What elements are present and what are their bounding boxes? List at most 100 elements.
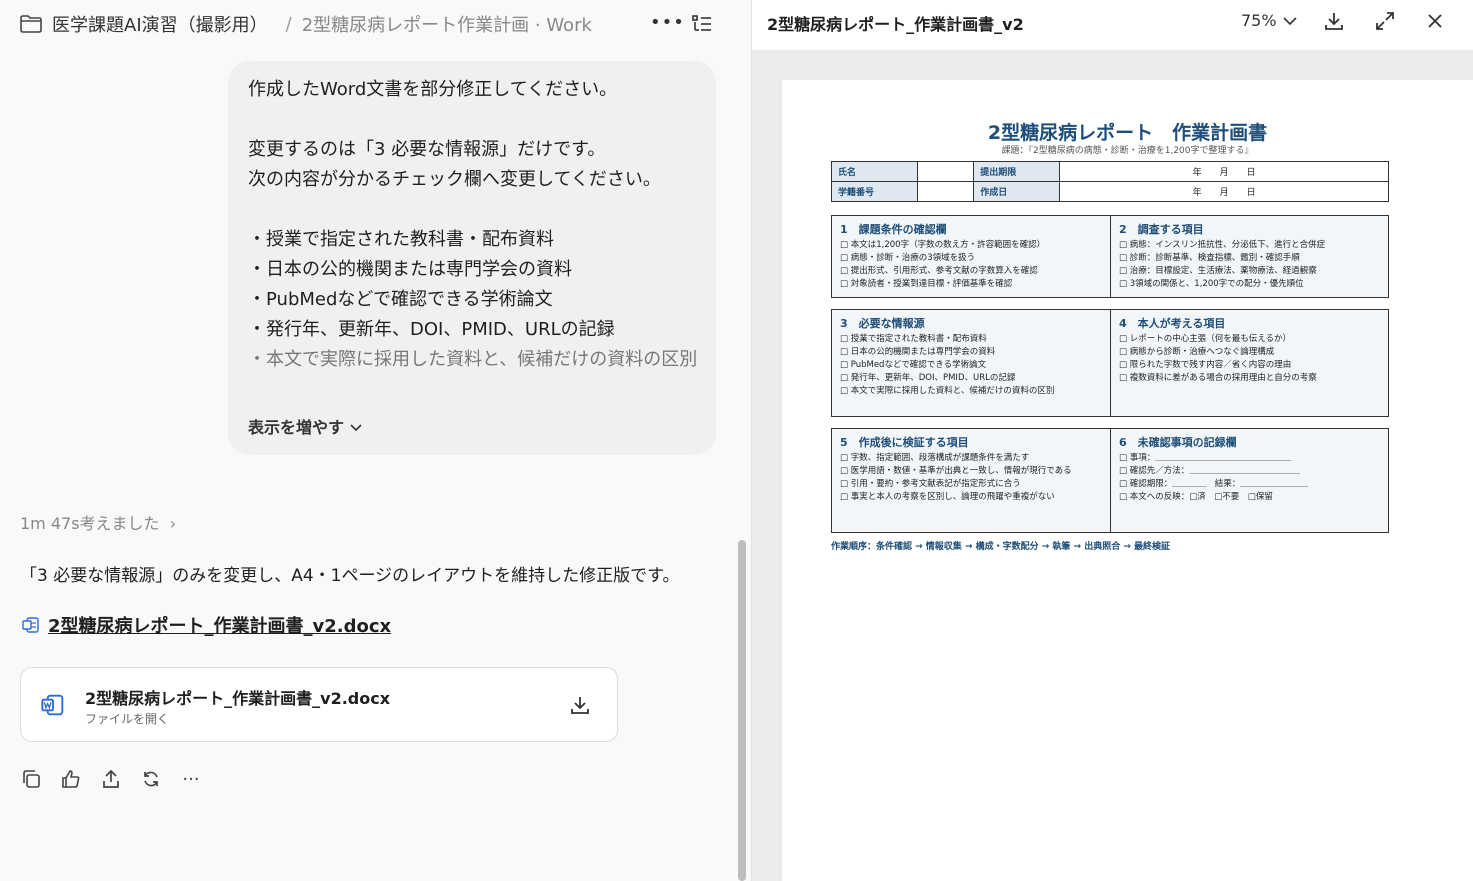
info-table: 氏名 提出期限 年 月 日 学籍番号 作成日 年 月 日 bbox=[831, 161, 1389, 202]
scrollbar-thumb[interactable] bbox=[738, 540, 746, 881]
section-4: 4 本人が考える項目 □ レポートの中心主張（何を最も伝えるか） □ 病態から診… bbox=[1110, 310, 1388, 416]
file-card-subtitle: ファイルを開く bbox=[85, 712, 170, 726]
checklist-item: □ 引用・要約・参考文献表記が指定形式に合う bbox=[840, 479, 1021, 489]
project-name[interactable]: 医学課題AI演習（撮影用） bbox=[52, 11, 268, 37]
message-line: 作成したWord文書を部分修正してください。 bbox=[248, 79, 618, 100]
file-link-label: 2型糖尿病レポート_作業計画書_v2.docx bbox=[48, 616, 392, 637]
section-1: 1 課題条件の確認欄 □ 本文は1,200字（字数の数え方・許容範囲を確認） □… bbox=[832, 216, 1110, 297]
checklist-item: □ 病態：インスリン抵抗性、分泌低下、進行と合併症 bbox=[1119, 240, 1326, 250]
checklist-item: □ 本文は1,200字（字数の数え方・許容範囲を確認） bbox=[840, 240, 1046, 250]
checklist-item: □ 日本の公的機関または専門学会の資料 bbox=[840, 347, 996, 357]
checklist-item: □ 事実と本人の考察を区別し、論理の飛躍や重複がない bbox=[840, 492, 1055, 502]
checklist-item: □ 確認期限：＿＿＿＿ 結果：＿＿＿＿＿＿＿＿ bbox=[1119, 479, 1309, 489]
message-line bbox=[248, 195, 696, 225]
section-row-2: 3 必要な情報源 □ 授業で指定された教科書・配布資料 □ 日本の公的機関または… bbox=[831, 309, 1389, 417]
due-label: 提出期限 bbox=[973, 161, 1061, 182]
document-subtitle: 課題：『2型糖尿病の病態・診断・治療を1,200字で整理する』 bbox=[1001, 146, 1254, 156]
checklist-item: □ 診断：診断基準、検査指標、鑑別・確認手順 bbox=[1119, 253, 1300, 263]
regenerate-icon[interactable] bbox=[140, 766, 162, 792]
checklist-item: □ PubMedなどで確認できる学術論文 bbox=[840, 360, 987, 370]
thought-label: 1m 47s考えました bbox=[20, 514, 160, 533]
checklist-item: □ 本文で実際に採用した資料と、候補だけの資料の区別 bbox=[840, 386, 1055, 396]
checklist-item: □ 提出形式、引用形式、参考文献の字数算入を確認 bbox=[840, 266, 1038, 276]
word-file-icon bbox=[41, 694, 64, 716]
feedback-icon[interactable] bbox=[60, 766, 82, 792]
created-label: 作成日 bbox=[973, 181, 1061, 202]
file-card[interactable]: 2型糖尿病レポート_作業計画書_v2.docx ファイルを開く bbox=[20, 667, 618, 742]
student-id-label: 学籍番号 bbox=[831, 181, 918, 202]
chevron-right-icon: › bbox=[164, 514, 177, 533]
checklist-item: □ 発行年、更新年、DOI、PMID、URLの記録 bbox=[840, 373, 1016, 383]
download-icon[interactable] bbox=[1323, 10, 1345, 32]
checklist-item: □ 複数資料に差がある場合の採用理由と自分の考察 bbox=[1119, 373, 1317, 383]
message-line: 変更するのは「3 必要な情報源」だけです。 bbox=[248, 139, 606, 160]
checklist-item: □ レポートの中心主張（何を最も伝えるか） bbox=[1119, 334, 1291, 344]
user-message-bubble: 作成したWord文書を部分修正してください。 変更するのは「3 必要な情報源」だ… bbox=[228, 61, 716, 455]
section-6: 6 未確認事項の記録欄 □ 事項：＿＿＿＿＿＿＿＿＿＿＿＿＿＿＿＿ □ 確認先／… bbox=[1110, 429, 1388, 532]
section-3: 3 必要な情報源 □ 授業で指定された教科書・配布資料 □ 日本の公的機関または… bbox=[832, 310, 1110, 416]
section-5: 5 作成後に検証する項目 □ 字数、指定範囲、段落構成が課題条件を満たす □ 医… bbox=[832, 429, 1110, 532]
message-line: ・授業で指定された教科書・配布資料 bbox=[248, 229, 554, 250]
share-icon[interactable] bbox=[100, 766, 122, 792]
file-link[interactable]: 2型糖尿病レポート_作業計画書_v2.docx bbox=[22, 612, 391, 638]
file-card-name: 2型糖尿病レポート_作業計画書_v2.docx bbox=[85, 689, 391, 708]
checklist-item: □ 対象読者・授業到達目標・評価基準を確認 bbox=[840, 279, 1013, 289]
chat-title[interactable]: 2型糖尿病レポート作業計画 · Work bbox=[302, 11, 592, 37]
show-more-button[interactable]: 表示を増やす bbox=[248, 413, 362, 443]
checklist-item: □ 確認先／方法：＿＿＿＿＿＿＿＿＿＿＿＿＿ bbox=[1119, 466, 1300, 476]
more-options-icon[interactable]: ••• bbox=[650, 12, 685, 33]
preview-header: 2型糖尿病レポート_作業計画書_v2 75% bbox=[752, 0, 1473, 50]
section-2: 2 調査する項目 □ 病態：インスリン抵抗性、分泌低下、進行と合併症 □ 診断：… bbox=[1110, 216, 1388, 297]
message-line: ・日本の公的機関または専門学会の資料 bbox=[248, 259, 572, 280]
download-icon[interactable] bbox=[569, 694, 591, 716]
section-title: 4 本人が考える項目 bbox=[1119, 317, 1226, 330]
document-page: 2型糖尿病レポート 作業計画書 課題：『2型糖尿病の病態・診断・治療を1,200… bbox=[782, 80, 1473, 881]
message-line: ・PubMedなどで確認できる学術論文 bbox=[248, 289, 553, 310]
name-value bbox=[916, 161, 975, 182]
checklist-item: □ 医学用語・数値・基準が出典と一致し、情報が現行である bbox=[840, 466, 1072, 476]
expand-icon[interactable] bbox=[1374, 10, 1396, 32]
folder-icon[interactable] bbox=[20, 15, 42, 33]
close-icon[interactable] bbox=[1424, 10, 1446, 32]
due-value: 年 月 日 bbox=[1059, 161, 1389, 182]
work-order-line: 作業順序：条件確認 → 情報収集 → 構成・字数配分 → 執筆 → 出典照合 →… bbox=[831, 542, 1171, 552]
word-file-icon bbox=[22, 617, 39, 633]
preview-title: 2型糖尿病レポート_作業計画書_v2 bbox=[767, 15, 1024, 34]
breadcrumb-separator: / bbox=[285, 13, 292, 35]
name-label: 氏名 bbox=[831, 161, 918, 182]
message-line: ・発行年、更新年、DOI、PMID、URLの記録 bbox=[248, 319, 615, 340]
section-title: 6 未確認事項の記録欄 bbox=[1119, 436, 1237, 449]
zoom-value: 75% bbox=[1241, 11, 1277, 30]
chat-header: 医学課題AI演習（撮影用） / 2型糖尿病レポート作業計画 · Work ••• bbox=[0, 0, 736, 48]
chat-panel: 医学課題AI演習（撮影用） / 2型糖尿病レポート作業計画 · Work •••… bbox=[0, 0, 751, 881]
chevron-down-icon bbox=[1282, 16, 1297, 25]
checklist-item: □ 事項：＿＿＿＿＿＿＿＿＿＿＿＿＿＿＿＿ bbox=[1119, 453, 1292, 463]
checklist-item: □ 病態から診断・治療へつなぐ論理構成 bbox=[1119, 347, 1275, 357]
assistant-reply: 「3 必要な情報源」のみを変更し、A4・1ページのレイアウトを維持した修正版です… bbox=[20, 566, 680, 586]
thought-summary[interactable]: 1m 47s考えました › bbox=[20, 510, 176, 534]
checklist-item: □ 治療：目標設定、生活療法、薬物療法、経過観察 bbox=[1119, 266, 1317, 276]
student-id-value bbox=[916, 181, 975, 202]
section-row-3: 5 作成後に検証する項目 □ 字数、指定範囲、段落構成が課題条件を満たす □ 医… bbox=[831, 428, 1389, 533]
document-title: 2型糖尿病レポート 作業計画書 bbox=[987, 122, 1268, 144]
checklist-item: □ 授業で指定された教科書・配布資料 bbox=[840, 334, 987, 344]
message-actions: ··· bbox=[20, 766, 202, 792]
checklist-item: □ 字数、指定範囲、段落構成が課題条件を満たす bbox=[840, 453, 1030, 463]
checklist-item: □ 本文への反映：□済 □不要 □保留 bbox=[1119, 492, 1273, 502]
message-line: ・本文で実際に採用した資料と、候補だけの資料の区別 bbox=[248, 349, 698, 370]
zoom-select[interactable]: 75% bbox=[1241, 11, 1297, 30]
outline-list-icon[interactable] bbox=[692, 14, 712, 34]
message-line: 次の内容が分かるチェック欄へ変更してください。 bbox=[248, 169, 661, 190]
section-title: 5 作成後に検証する項目 bbox=[840, 436, 969, 449]
copy-icon[interactable] bbox=[20, 766, 42, 792]
message-line bbox=[248, 105, 696, 135]
section-title: 1 課題条件の確認欄 bbox=[840, 223, 947, 236]
section-row-1: 1 課題条件の確認欄 □ 本文は1,200字（字数の数え方・許容範囲を確認） □… bbox=[831, 215, 1389, 298]
checklist-item: □ 限られた字数で残す内容／省く内容の理由 bbox=[1119, 360, 1292, 370]
more-actions-icon[interactable]: ··· bbox=[180, 766, 202, 792]
checklist-item: □ 3領域の関係と、1,200字での配分・優先順位 bbox=[1119, 279, 1304, 289]
section-title: 2 調査する項目 bbox=[1119, 223, 1204, 236]
document-preview-panel: 2型糖尿病レポート_作業計画書_v2 75% 2型糖尿病レポート 作業計画書 課… bbox=[752, 0, 1473, 881]
created-value: 年 月 日 bbox=[1059, 181, 1389, 202]
show-more-label: 表示を増やす bbox=[248, 418, 345, 437]
